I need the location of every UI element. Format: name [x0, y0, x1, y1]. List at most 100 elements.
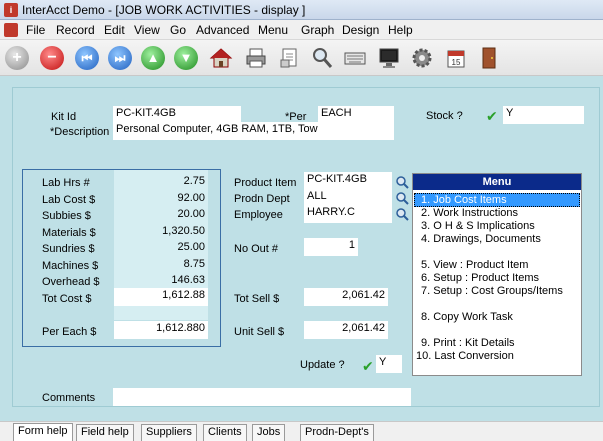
- menu-item-setup-product-items[interactable]: 6. Setup : Product Items: [421, 272, 539, 284]
- lab-hrs-value: 2.75: [183, 175, 205, 187]
- document-button[interactable]: [275, 43, 305, 73]
- update-field[interactable]: Y: [376, 355, 402, 373]
- printer-icon: [246, 48, 266, 68]
- menu-item-work-instructions[interactable]: 2. Work Instructions: [421, 207, 518, 219]
- settings-button[interactable]: [407, 43, 437, 73]
- menu-design[interactable]: Design: [342, 23, 379, 37]
- tot-sell-field: 2,061.42: [304, 288, 388, 306]
- tab-form-help[interactable]: Form help: [13, 423, 73, 441]
- per-field[interactable]: EACH: [318, 106, 394, 140]
- materials-value: 1,320.50: [162, 225, 205, 237]
- product-item-field[interactable]: PC-KIT.4GB: [304, 172, 392, 190]
- menu-item-print-kit-details[interactable]: 9. Print : Kit Details: [421, 337, 515, 349]
- lab-cost-label: Lab Cost $: [42, 194, 96, 206]
- window-title: InterAcct Demo - [JOB WORK ACTIVITIES - …: [22, 3, 306, 17]
- menu-help[interactable]: Help: [388, 23, 413, 37]
- tab-suppliers[interactable]: Suppliers: [141, 424, 197, 441]
- menu-bar: File Record Edit View Go Advanced Menu G…: [0, 20, 603, 40]
- keyboard-button[interactable]: [340, 43, 370, 73]
- next-record-button[interactable]: ▼: [171, 43, 201, 73]
- svg-text:15: 15: [452, 58, 461, 67]
- employee-lookup-icon[interactable]: [395, 207, 409, 221]
- add-button[interactable]: +: [2, 43, 32, 73]
- side-menu: Menu 1. Job Cost Items 2. Work Instructi…: [412, 173, 582, 376]
- tab-field-help[interactable]: Field help: [76, 424, 134, 441]
- menu-go[interactable]: Go: [170, 23, 186, 37]
- tot-cost-field: 1,612.88: [114, 288, 208, 306]
- side-menu-title: Menu: [413, 174, 581, 190]
- tab-jobs[interactable]: Jobs: [252, 424, 286, 441]
- calendar-button[interactable]: 15: [441, 43, 471, 73]
- materials-label: Materials $: [42, 227, 96, 239]
- tab-clients[interactable]: Clients: [203, 424, 247, 441]
- checkmark-icon: ✔: [486, 108, 498, 124]
- unit-sell-label: Unit Sell $: [234, 326, 285, 338]
- stock-label: Stock ?: [426, 110, 463, 122]
- sundries-value: 25.00: [177, 241, 205, 253]
- exit-button[interactable]: [474, 43, 504, 73]
- menu-graph[interactable]: Graph: [301, 23, 334, 37]
- magnifier-icon: [313, 48, 333, 68]
- no-out-field[interactable]: 1: [304, 238, 358, 256]
- employee-field[interactable]: HARRY.C: [304, 205, 392, 223]
- machines-label: Machines $: [42, 260, 99, 272]
- product-item-lookup-icon[interactable]: [395, 175, 409, 189]
- menu-record[interactable]: Record: [56, 23, 95, 37]
- menu-item-view-product-item[interactable]: 5. View : Product Item: [421, 259, 528, 271]
- door-icon: [482, 47, 496, 69]
- comments-field[interactable]: [113, 388, 411, 406]
- machines-value: 8.75: [183, 258, 205, 270]
- checkmark-icon: ✔: [362, 358, 374, 374]
- comments-label: Comments: [42, 392, 96, 404]
- lab-hrs-label: Lab Hrs #: [42, 177, 90, 189]
- unit-sell-field[interactable]: 2,061.42: [304, 321, 388, 339]
- document-icon: [280, 48, 297, 68]
- minus-icon: −: [40, 46, 64, 70]
- menu-menu[interactable]: Menu: [258, 23, 288, 37]
- lab-cost-value: 92.00: [177, 192, 205, 204]
- menu-item-drawings-documents[interactable]: 4. Drawings, Documents: [421, 233, 541, 245]
- per-each-field: 1,612.880: [114, 321, 208, 339]
- title-bar: i InterAcct Demo - [JOB WORK ACTIVITIES …: [0, 0, 603, 20]
- arrow-down-icon: ▼: [174, 46, 198, 70]
- no-out-label: No Out #: [234, 243, 279, 255]
- stock-field[interactable]: Y: [503, 106, 584, 124]
- tab-prodn-depts[interactable]: Prodn-Dept's: [300, 424, 374, 441]
- tot-sell-label: Tot Sell $: [234, 293, 280, 305]
- subbies-label: Subbies $: [42, 210, 91, 222]
- employee-label: Employee: [234, 209, 283, 221]
- menu-advanced[interactable]: Advanced: [196, 23, 249, 37]
- bottom-tab-bar: Form help Field help Suppliers Clients J…: [0, 421, 603, 441]
- home-button[interactable]: [206, 43, 236, 73]
- plus-icon: +: [5, 46, 29, 70]
- screen-button[interactable]: [374, 43, 404, 73]
- calendar-icon: 15: [447, 50, 465, 68]
- menu-file[interactable]: File: [26, 23, 45, 37]
- app-menu-icon[interactable]: [4, 23, 18, 37]
- app-icon: i: [4, 3, 18, 17]
- delete-button[interactable]: −: [37, 43, 67, 73]
- menu-item-setup-cost-groups[interactable]: 7. Setup : Cost Groups/Items: [421, 285, 563, 297]
- first-record-button[interactable]: ⏮: [72, 43, 102, 73]
- skip-back-icon: ⏮: [75, 46, 99, 70]
- print-button[interactable]: [241, 43, 271, 73]
- kit-id-label: Kit Id: [51, 111, 77, 123]
- menu-item-last-conversion[interactable]: 10. Last Conversion: [416, 350, 514, 362]
- menu-item-ohs-implications[interactable]: 3. O H & S Implications: [421, 220, 535, 232]
- menu-view[interactable]: View: [134, 23, 160, 37]
- menu-edit[interactable]: Edit: [104, 23, 125, 37]
- monitor-icon: [379, 48, 399, 68]
- arrow-up-icon: ▲: [141, 46, 165, 70]
- prodn-dept-lookup-icon[interactable]: [395, 191, 409, 205]
- menu-item-job-cost-items[interactable]: 1. Job Cost Items: [421, 194, 507, 206]
- last-record-button[interactable]: ⏭: [105, 43, 135, 73]
- per-each-label: Per Each $: [42, 326, 97, 338]
- search-button[interactable]: [307, 43, 337, 73]
- menu-item-copy-work-task[interactable]: 8. Copy Work Task: [421, 311, 513, 323]
- tot-cost-label: Tot Cost $: [42, 293, 92, 305]
- previous-record-button[interactable]: ▲: [138, 43, 168, 73]
- gear-icon: [412, 48, 432, 68]
- description-field[interactable]: Personal Computer, 4GB RAM, 1TB, Tower: [113, 122, 318, 140]
- skip-forward-icon: ⏭: [108, 46, 132, 70]
- sundries-label: Sundries $: [42, 243, 95, 255]
